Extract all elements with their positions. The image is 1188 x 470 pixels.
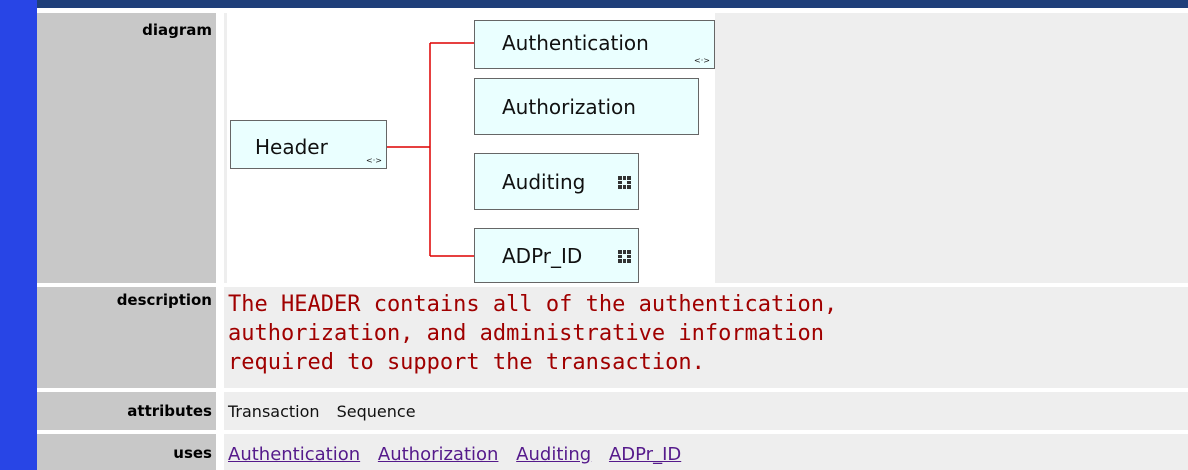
diagram-node-authorization-label: Authorization: [502, 95, 636, 119]
uses-list: Authentication Authorization Auditing AD…: [224, 434, 1188, 470]
attributes-row: attributes Transaction Sequence: [37, 392, 1188, 430]
attributes-list: Transaction Sequence: [224, 392, 1188, 430]
diagram-label: diagram: [37, 13, 216, 283]
diagram-node-adpr-id[interactable]: ADPr_ID: [474, 228, 639, 283]
top-bar: [0, 0, 1188, 8]
diagram-node-auditing[interactable]: Auditing: [474, 153, 639, 210]
description-text: The HEADER contains all of the authentic…: [224, 287, 1188, 388]
uses-row: uses Authentication Authorization Auditi…: [37, 434, 1188, 470]
diagram-node-authentication[interactable]: Authentication <·>: [474, 20, 715, 69]
diagram-node-auditing-label: Auditing: [502, 170, 586, 194]
uses-link-adpr-id[interactable]: ADPr_ID: [609, 444, 681, 465]
description-line: The HEADER contains all of the authentic…: [228, 292, 838, 317]
diagram-node-header-label: Header: [255, 135, 328, 159]
reference-icon: <·>: [694, 56, 710, 65]
complex-type-icon: [618, 176, 631, 189]
reference-icon: <·>: [366, 156, 382, 165]
uses-label: uses: [37, 434, 216, 470]
attribute-item: Transaction: [228, 402, 320, 421]
description-label: description: [37, 287, 216, 388]
schema-diagram: Header <·> Authentication <·> Authorizat…: [227, 13, 715, 283]
attribute-item: Sequence: [336, 402, 416, 421]
left-bar: [0, 0, 37, 470]
description-line: authorization, and administrative inform…: [228, 321, 825, 346]
uses-link-authentication[interactable]: Authentication: [228, 444, 360, 465]
complex-type-icon: [618, 250, 631, 263]
description-line: required to support the transaction.: [228, 350, 705, 375]
attributes-label: attributes: [37, 392, 216, 430]
uses-link-authorization[interactable]: Authorization: [378, 444, 499, 465]
description-row: description The HEADER contains all of t…: [37, 287, 1188, 388]
uses-link-auditing[interactable]: Auditing: [516, 444, 591, 465]
diagram-node-authorization[interactable]: Authorization: [474, 78, 699, 135]
diagram-node-header[interactable]: Header <·>: [230, 120, 387, 169]
diagram-node-adpr-id-label: ADPr_ID: [502, 244, 583, 268]
diagram-node-authentication-label: Authentication: [502, 31, 649, 55]
